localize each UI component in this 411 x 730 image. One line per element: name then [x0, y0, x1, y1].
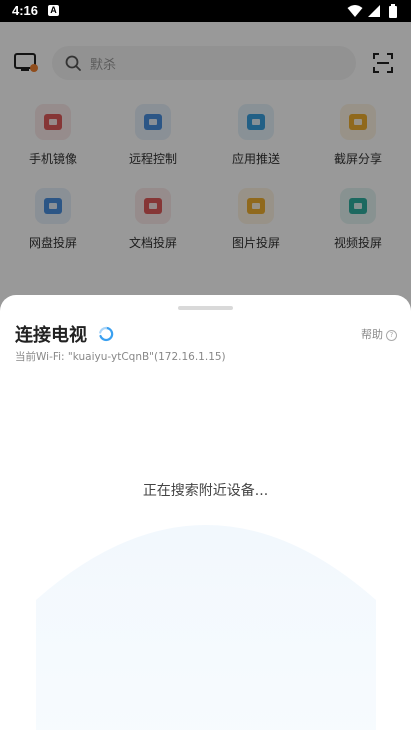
- help-label: 帮助: [361, 328, 383, 341]
- notification-badge: A: [48, 5, 59, 16]
- loading-spinner-icon: [99, 326, 114, 342]
- battery-icon: [389, 4, 397, 18]
- status-bar: 4:16 A: [0, 0, 411, 22]
- help-question-icon: ?: [386, 330, 397, 341]
- wifi-icon: [347, 5, 363, 17]
- connect-tv-sheet: 连接电视 帮助? 当前Wi-Fi: "kuaiyu-ytCqnB"(172.16…: [0, 295, 411, 730]
- drag-handle[interactable]: [178, 306, 233, 310]
- radar-scan-graphic: [36, 525, 376, 730]
- signal-icon: [368, 5, 380, 17]
- searching-status: 正在搜索附近设备...: [142, 483, 269, 499]
- wifi-info: 当前Wi-Fi: "kuaiyu-ytCqnB"(172.16.1.15): [15, 351, 226, 363]
- sheet-title: 连接电视: [15, 325, 87, 346]
- help-button[interactable]: 帮助?: [361, 326, 397, 342]
- status-time: 4:16: [12, 3, 39, 18]
